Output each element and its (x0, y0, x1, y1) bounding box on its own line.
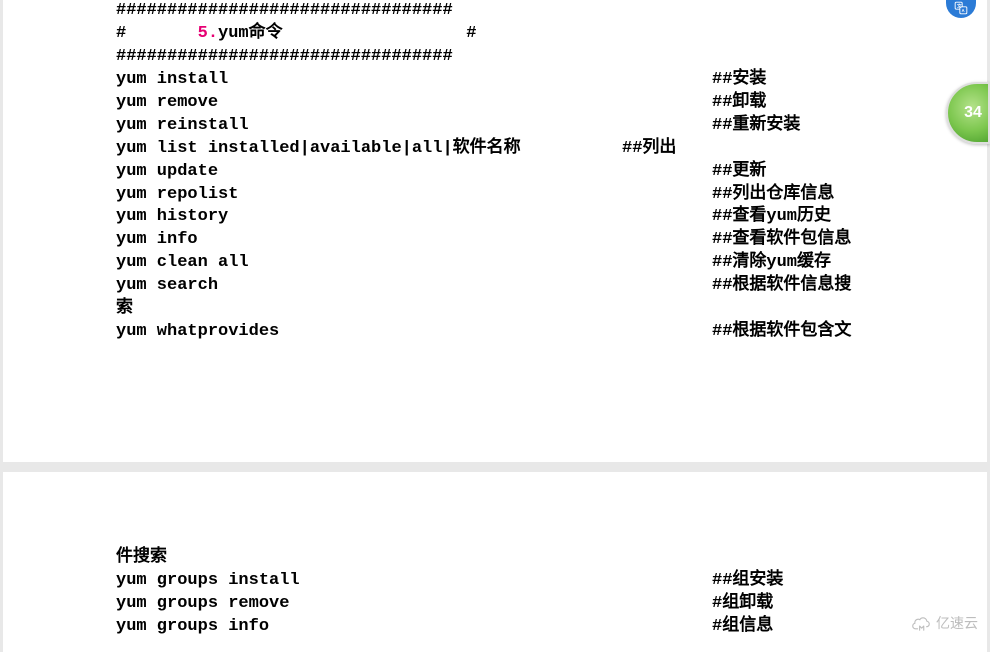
cmd-remove: yum remove##卸载 (116, 92, 987, 115)
cmd-reinstall: yum reinstall##重新安装 (116, 115, 987, 138)
cmd-search: yum search##根据软件信息搜 (116, 275, 987, 298)
cmd-install: yum install##安装 (116, 69, 987, 92)
cmd-repolist: yum repolist##列出仓库信息 (116, 184, 987, 207)
watermark-text: 亿速云 (936, 614, 978, 633)
cmd-groups-remove: yum groups remove#组卸载 (116, 593, 987, 616)
code-panel-bottom: 件搜索 yum groups install##组安装 yum groups r… (3, 472, 987, 652)
cmd-history: yum history##查看yum历史 (116, 206, 987, 229)
cmd-update: yum update##更新 (116, 161, 987, 184)
cloud-icon (910, 616, 932, 632)
cmd-whatprovides: yum whatprovides##根据软件包含文 (116, 321, 987, 344)
wrap-whatprovides: 件搜索 (116, 547, 987, 570)
cmd-groups-info: yum groups info#组信息 (116, 616, 987, 639)
wrap-search: 索 (116, 298, 987, 321)
svg-text:A: A (962, 8, 965, 13)
translate-icon: 文 A (954, 1, 968, 15)
watermark: 亿速云 (910, 614, 978, 633)
badge-value: 34 (964, 102, 982, 124)
cmd-clean: yum clean all##清除yum缓存 (116, 252, 987, 275)
cmd-groups-install: yum groups install##组安装 (116, 570, 987, 593)
cmd-list: yum list installed|available|all|软件名称 ##… (116, 138, 987, 161)
cmd-info: yum info##查看软件包信息 (116, 229, 987, 252)
header-title: # 5.yum命令 # (116, 23, 987, 46)
header-rule-top: ################################# (116, 0, 987, 23)
code-panel-top: ################################# # 5.yu… (3, 0, 987, 462)
header-rule-bottom: ################################# (116, 46, 987, 69)
